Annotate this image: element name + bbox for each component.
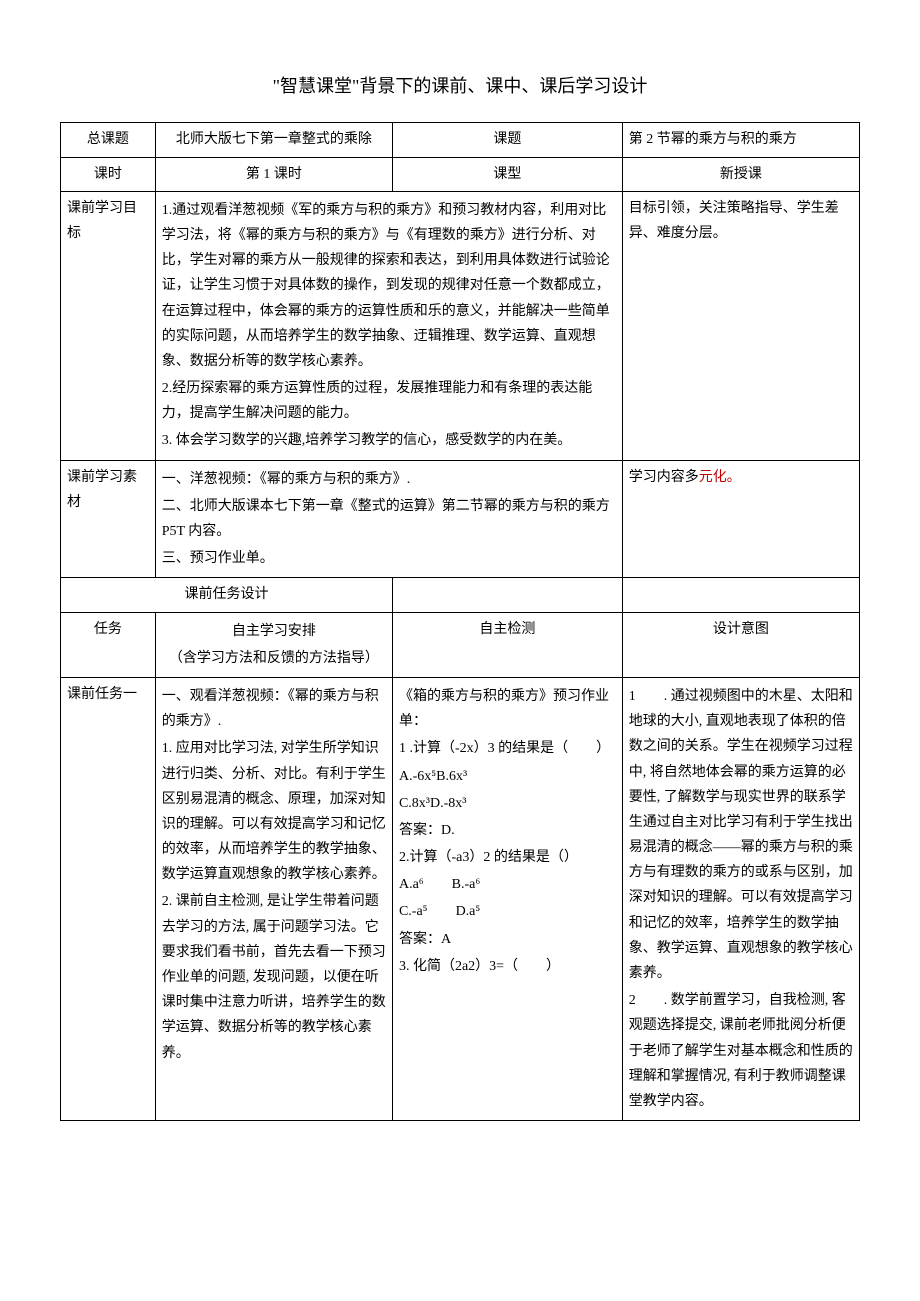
paragraph: A.-6x⁵B.6x³ <box>399 764 616 789</box>
paragraph: 1. 应用对比学习法, 对学生所学知识进行归类、分析、对比。有利于学生区别易混清… <box>162 736 386 887</box>
cell-label: 课前任务一 <box>61 677 156 1120</box>
cell-value: 学习内容多元化。 <box>622 460 859 578</box>
paragraph: 1 .计算（-2x）3 的结果是（ ） <box>399 736 616 761</box>
table-row: 课前任务一 一、观看洋葱视频：《幂的乘方与积的乘方》. 1. 应用对比学习法, … <box>61 677 860 1120</box>
option: D.a⁵ <box>456 904 481 919</box>
cell-value: 一、洋葱视频：《幂的乘方与积的乘方》. 二、北师大版课本七下第一章《整式的运算》… <box>155 460 622 578</box>
cell-value: 第 2 节幂的乘方与积的乘方 <box>622 123 859 157</box>
paragraph: A.a⁶ B.-a⁶ <box>399 872 616 897</box>
cell-label: 自主检测 <box>392 612 622 677</box>
option: C.-a⁵ <box>399 904 428 919</box>
option: A.a⁶ <box>399 877 424 892</box>
cell-value: 第 1 课时 <box>155 157 392 191</box>
paragraph: 2.经历探索幂的乘方运算性质的过程，发展推理能力和有条理的表达能力，提高学生解决… <box>162 376 616 426</box>
cell-label: 课前学习目标 <box>61 191 156 460</box>
table-row: 课前学习目标 1.通过观看洋葱视频《军的乘方与积的乘方》和预习教材内容，利用对比… <box>61 191 860 460</box>
page-title: "智慧课堂"背景下的课前、课中、课后学习设计 <box>60 70 860 102</box>
table-row: 总课题 北师大版七下第一章整式的乘除 课题 第 2 节幂的乘方与积的乘方 <box>61 123 860 157</box>
cell-label: 课前学习素材 <box>61 460 156 578</box>
paragraph: 3. 体会学习数学的兴趣,培养学习教学的信心，感受数学的内在美。 <box>162 428 616 453</box>
cell-label: 课型 <box>392 157 622 191</box>
cell-value: 一、观看洋葱视频：《幂的乘方与积的乘方》. 1. 应用对比学习法, 对学生所学知… <box>155 677 392 1120</box>
cell-value: 《箱的乘方与积的乘方》预习作业单： 1 .计算（-2x）3 的结果是（ ） A.… <box>392 677 622 1120</box>
paragraph: 答案：A <box>399 927 616 952</box>
cell-value: 北师大版七下第一章整式的乘除 <box>155 123 392 157</box>
paragraph: 2 . 数学前置学习，自我检测, 客观题选择提交, 课前老师批阅分析便于老师了解… <box>629 988 853 1114</box>
cell-label: 任务 <box>61 612 156 677</box>
cell-label: 自主学习安排 （含学习方法和反馈的方法指导） <box>155 612 392 677</box>
paragraph: C.8x³D.-8x³ <box>399 791 616 816</box>
paragraph: 一、洋葱视频：《幂的乘方与积的乘方》. <box>162 467 616 492</box>
text: 自主学习安排 <box>162 619 386 644</box>
lesson-plan-table: 总课题 北师大版七下第一章整式的乘除 课题 第 2 节幂的乘方与积的乘方 课时 … <box>60 122 860 1121</box>
section-header-row: 课前任务设计 <box>61 578 860 612</box>
section-header: 课前任务设计 <box>61 578 393 612</box>
table-row: 课前学习素材 一、洋葱视频：《幂的乘方与积的乘方》. 二、北师大版课本七下第一章… <box>61 460 860 578</box>
text: 学习内容多 <box>629 470 699 485</box>
table-row: 任务 自主学习安排 （含学习方法和反馈的方法指导） 自主检测 设计意图 <box>61 612 860 677</box>
paragraph: 1.通过观看洋葱视频《军的乘方与积的乘方》和预习教材内容，利用对比学习法，将《幂… <box>162 198 616 374</box>
paragraph: 二、北师大版课本七下第一章《整式的运算》第二节幂的乘方与积的乘方 P5T 内容。 <box>162 494 616 544</box>
paragraph: 答案：D. <box>399 818 616 843</box>
option: B.-a⁶ <box>452 877 481 892</box>
paragraph: 《箱的乘方与积的乘方》预习作业单： <box>399 684 616 734</box>
cell-value: 目标引领，关注策略指导、学生差异、难度分层。 <box>622 191 859 460</box>
paragraph: 2.计算（-a3）2 的结果是（） <box>399 845 616 870</box>
cell-label: 总课题 <box>61 123 156 157</box>
text: （含学习方法和反馈的方法指导） <box>162 646 386 671</box>
cell-label: 设计意图 <box>622 612 859 677</box>
table-row: 课时 第 1 课时 课型 新授课 <box>61 157 860 191</box>
paragraph: 3. 化简（2a2）3=（ ） <box>399 954 616 979</box>
text-highlight: 元化。 <box>699 470 741 485</box>
empty-cell <box>392 578 622 612</box>
empty-cell <box>622 578 859 612</box>
paragraph: 三、预习作业单。 <box>162 546 616 571</box>
cell-value: 1.通过观看洋葱视频《军的乘方与积的乘方》和预习教材内容，利用对比学习法，将《幂… <box>155 191 622 460</box>
paragraph: 2. 课前自主检测, 是让学生带着问题去学习的方法, 属于问题学习法。它要求我们… <box>162 889 386 1065</box>
cell-value: 新授课 <box>622 157 859 191</box>
paragraph: 一、观看洋葱视频：《幂的乘方与积的乘方》. <box>162 684 386 734</box>
cell-label: 课题 <box>392 123 622 157</box>
cell-value: 1 . 通过视频图中的木星、太阳和地球的大小, 直观地表现了体积的倍数之间的关系… <box>622 677 859 1120</box>
paragraph: C.-a⁵ D.a⁵ <box>399 899 616 924</box>
paragraph: 1 . 通过视频图中的木星、太阳和地球的大小, 直观地表现了体积的倍数之间的关系… <box>629 684 853 986</box>
cell-label: 课时 <box>61 157 156 191</box>
